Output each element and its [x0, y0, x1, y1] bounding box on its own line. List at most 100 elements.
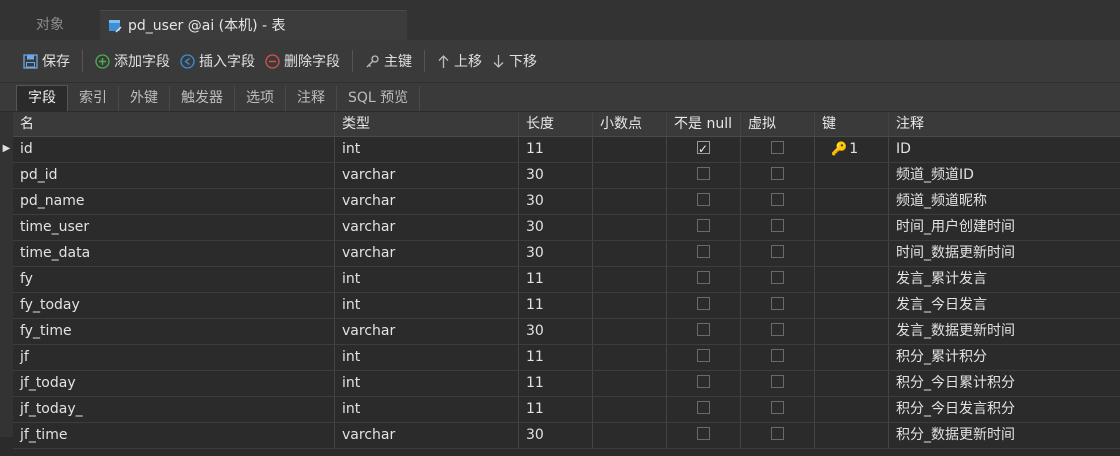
field-key-cell[interactable]	[815, 371, 889, 396]
table-row[interactable]: jf_today int 11 积分_今日累计积分	[13, 371, 1120, 397]
field-key-cell[interactable]	[815, 293, 889, 318]
field-key-cell[interactable]	[815, 397, 889, 422]
delete-field-button[interactable]: 删除字段	[260, 46, 345, 76]
field-type-cell[interactable]: int	[335, 293, 519, 318]
field-type-cell[interactable]: varchar	[335, 189, 519, 214]
field-length-cell[interactable]: 11	[519, 345, 593, 370]
virtual-checkbox[interactable]	[771, 322, 784, 336]
add-field-button[interactable]: 添加字段	[90, 46, 175, 76]
field-length-cell[interactable]: 11	[519, 267, 593, 292]
field-type-cell[interactable]: varchar	[335, 163, 519, 188]
table-row[interactable]: idint11🔑1ID	[13, 137, 1120, 163]
field-comment-cell[interactable]: 发言_累计发言	[889, 267, 1120, 292]
field-length-cell[interactable]: 30	[519, 423, 593, 448]
primary-key-button[interactable]: 主键	[360, 46, 417, 76]
field-decimal-cell[interactable]	[593, 267, 667, 292]
column-header-key[interactable]: 键	[815, 112, 889, 136]
field-comment-cell[interactable]: 积分_数据更新时间	[889, 423, 1120, 448]
column-header-virtual[interactable]: 虚拟	[741, 112, 815, 136]
table-row[interactable]: jf_today_ int 11 积分_今日发言积分	[13, 397, 1120, 423]
tab-triggers[interactable]: 触发器	[170, 86, 235, 111]
field-type-cell[interactable]: int	[335, 345, 519, 370]
table-row[interactable]: fy_today int 11 发言_今日发言	[13, 293, 1120, 319]
field-key-cell[interactable]	[815, 189, 889, 214]
column-header-decimal[interactable]: 小数点	[593, 112, 667, 136]
not-null-checkbox[interactable]	[697, 137, 710, 161]
field-name-cell[interactable]: fy	[13, 267, 335, 292]
field-comment-cell[interactable]: 时间_用户创建时间	[889, 215, 1120, 240]
virtual-checkbox[interactable]	[771, 166, 784, 180]
field-name-cell[interactable]: jf	[13, 345, 335, 370]
column-header-comment[interactable]: 注释	[889, 112, 1120, 136]
field-name-cell[interactable]: time_data	[13, 241, 335, 266]
field-length-cell[interactable]: 11	[519, 137, 593, 162]
field-length-cell[interactable]: 30	[519, 241, 593, 266]
column-header-name[interactable]: 名	[13, 112, 335, 136]
not-null-checkbox[interactable]	[697, 218, 710, 232]
field-key-cell[interactable]	[815, 319, 889, 344]
field-decimal-cell[interactable]	[593, 189, 667, 214]
not-null-checkbox[interactable]	[697, 270, 710, 284]
tab-foreign-keys[interactable]: 外键	[119, 86, 170, 111]
field-length-cell[interactable]: 30	[519, 189, 593, 214]
virtual-checkbox[interactable]	[771, 400, 784, 414]
not-null-checkbox[interactable]	[697, 374, 710, 388]
field-name-cell[interactable]: jf_today_	[13, 397, 335, 422]
field-name-cell[interactable]: fy_today	[13, 293, 335, 318]
field-comment-cell[interactable]: 发言_今日发言	[889, 293, 1120, 318]
move-up-button[interactable]: 上移	[432, 46, 487, 76]
field-decimal-cell[interactable]	[593, 241, 667, 266]
not-null-checkbox[interactable]	[697, 244, 710, 258]
field-decimal-cell[interactable]	[593, 397, 667, 422]
field-length-cell[interactable]: 11	[519, 397, 593, 422]
field-comment-cell[interactable]: 积分_累计积分	[889, 345, 1120, 370]
table-row[interactable]: jf_time varchar 30 积分_数据更新时间	[13, 423, 1120, 449]
tab-indexes[interactable]: 索引	[68, 86, 119, 111]
tab-comment[interactable]: 注释	[286, 86, 337, 111]
field-name-cell[interactable]: jf_today	[13, 371, 335, 396]
field-comment-cell[interactable]: 频道_频道ID	[889, 163, 1120, 188]
field-length-cell[interactable]: 30	[519, 163, 593, 188]
not-null-checkbox[interactable]	[697, 192, 710, 206]
field-type-cell[interactable]: int	[335, 397, 519, 422]
virtual-checkbox[interactable]	[771, 270, 784, 284]
field-type-cell[interactable]: varchar	[335, 423, 519, 448]
virtual-checkbox[interactable]	[771, 426, 784, 440]
tab-objects[interactable]: 对象	[0, 10, 100, 40]
virtual-checkbox[interactable]	[771, 296, 784, 310]
table-row[interactable]: pd_id varchar 30 频道_频道ID	[13, 163, 1120, 189]
field-type-cell[interactable]: varchar	[335, 215, 519, 240]
field-decimal-cell[interactable]	[593, 137, 667, 162]
virtual-checkbox[interactable]	[771, 348, 784, 362]
field-key-cell[interactable]	[815, 163, 889, 188]
field-key-cell[interactable]	[815, 345, 889, 370]
field-decimal-cell[interactable]	[593, 293, 667, 318]
table-row[interactable]: fy_time varchar 30 发言_数据更新时间	[13, 319, 1120, 345]
field-name-cell[interactable]: pd_name	[13, 189, 335, 214]
not-null-checkbox[interactable]	[697, 296, 710, 310]
not-null-checkbox[interactable]	[697, 348, 710, 362]
field-name-cell[interactable]: jf_time	[13, 423, 335, 448]
move-down-button[interactable]: 下移	[487, 46, 542, 76]
tab-table-designer[interactable]: pd_user @ai (本机) - 表	[100, 10, 407, 40]
field-length-cell[interactable]: 30	[519, 319, 593, 344]
field-comment-cell[interactable]: 发言_数据更新时间	[889, 319, 1120, 344]
field-type-cell[interactable]: int	[335, 137, 519, 162]
field-type-cell[interactable]: int	[335, 267, 519, 292]
field-decimal-cell[interactable]	[593, 423, 667, 448]
field-name-cell[interactable]: pd_id	[13, 163, 335, 188]
field-decimal-cell[interactable]	[593, 371, 667, 396]
field-decimal-cell[interactable]	[593, 163, 667, 188]
field-length-cell[interactable]: 30	[519, 215, 593, 240]
field-comment-cell[interactable]: 积分_今日发言积分	[889, 397, 1120, 422]
field-decimal-cell[interactable]	[593, 319, 667, 344]
field-comment-cell[interactable]: 频道_频道昵称	[889, 189, 1120, 214]
tab-sql-preview[interactable]: SQL 预览	[337, 86, 421, 111]
field-decimal-cell[interactable]	[593, 345, 667, 370]
tab-options[interactable]: 选项	[235, 86, 286, 111]
field-comment-cell[interactable]: 时间_数据更新时间	[889, 241, 1120, 266]
table-row[interactable]: fy int 11 发言_累计发言	[13, 267, 1120, 293]
virtual-checkbox[interactable]	[771, 140, 784, 154]
virtual-checkbox[interactable]	[771, 218, 784, 232]
save-button[interactable]: 保存	[18, 46, 75, 76]
